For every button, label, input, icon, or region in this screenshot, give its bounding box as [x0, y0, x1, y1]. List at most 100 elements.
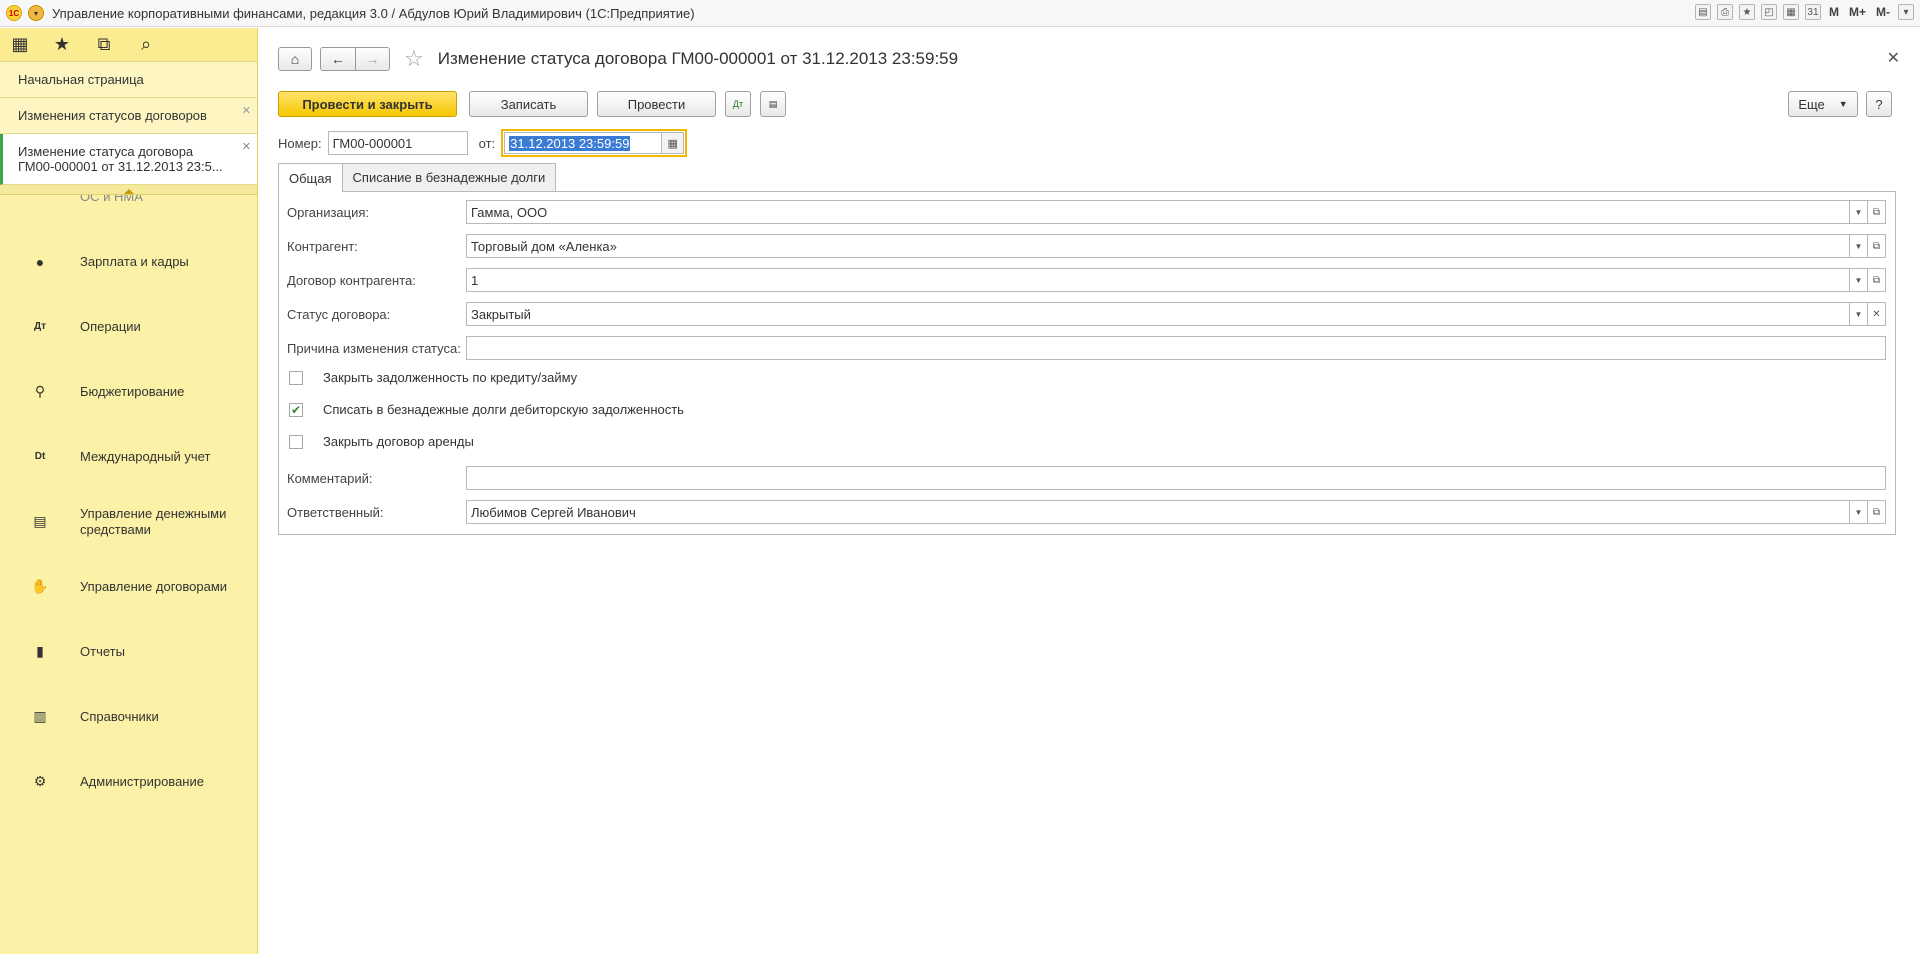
tab-general[interactable]: Общая [278, 163, 343, 192]
forward-button[interactable]: → [355, 48, 389, 70]
help-button[interactable]: ? [1866, 91, 1892, 117]
post-and-close-button[interactable]: Провести и закрыть [278, 91, 457, 117]
open-icon[interactable]: ⧉ [1867, 269, 1885, 291]
write-off-checkbox[interactable]: ✔ [289, 402, 303, 417]
responsible-label: Ответственный: [287, 504, 384, 520]
main-menu-icon[interactable]: ▾ [28, 5, 44, 21]
open-icon[interactable]: ⧉ [1867, 235, 1885, 257]
chevron-down-icon[interactable]: ▼ [1849, 303, 1867, 325]
open-item-status-list[interactable]: Изменения статусов договоров ✕ [0, 98, 257, 134]
titlebar-tools: ▤ ⎙ ★ ◰ ▦ 31 M M+ M- ▾ [1694, 4, 1914, 20]
favorites-icon[interactable]: ★ [1738, 4, 1755, 20]
back-button[interactable]: ← [321, 48, 355, 70]
history-icon[interactable]: ◰ [1760, 4, 1777, 20]
status-field[interactable]: Закрытый ▼ ✕ [466, 302, 1886, 326]
reason-input[interactable] [466, 336, 1886, 360]
tab-bad-debts[interactable]: Списание в безнадежные долги [342, 163, 557, 191]
history-icon[interactable]: ⧉ [94, 34, 114, 55]
app-logo-icon[interactable]: 1С [6, 5, 22, 21]
command-bar: Провести и закрыть Записать Провести Дт … [278, 91, 1900, 117]
contractor-field[interactable]: Торговый дом «Аленка» ▼ ⧉ [466, 234, 1886, 258]
tab-general-panel: Организация: Гамма, ООО ▼ ⧉ Контрагент: … [278, 191, 1896, 535]
close-lease-checkbox[interactable] [289, 434, 303, 449]
sidebar-toolbar: ▦ ★ ⧉ ⌕ [0, 28, 257, 62]
comment-row: Комментарий: [287, 466, 1886, 490]
status-row: Статус договора: Закрытый ▼ ✕ [287, 302, 1886, 326]
open-list-collapse-handle[interactable] [0, 185, 257, 195]
close-form-icon[interactable]: ✕ [1887, 48, 1900, 68]
calculator-icon[interactable]: ▦ [1782, 4, 1799, 20]
save-button[interactable]: Записать [469, 91, 588, 117]
chevron-down-icon[interactable]: ▼ [1849, 201, 1867, 223]
money-icon: ▤ [33, 513, 47, 529]
person-icon: ● [35, 253, 45, 270]
organization-label: Организация: [287, 204, 370, 220]
sidebar-item-admin[interactable]: ⚙ Администрирование [0, 749, 257, 814]
organization-field[interactable]: Гамма, ООО ▼ ⧉ [466, 200, 1886, 224]
memory-plus-button[interactable]: M+ [1847, 5, 1868, 19]
sidebar-item-reports[interactable]: ▮ Отчеты [0, 619, 257, 684]
search-icon[interactable]: ⌕ [136, 34, 156, 55]
star-icon[interactable]: ★ [52, 34, 72, 55]
dt-kt-icon: Дт [33, 321, 47, 332]
close-lease-label[interactable]: Закрыть договор аренды [323, 434, 474, 449]
open-icon[interactable]: ⧉ [1867, 201, 1885, 223]
sidebar-item-salary[interactable]: ● Зарплата и кадры [0, 229, 257, 294]
more-menu-button[interactable]: Еще ▼ [1788, 91, 1858, 117]
organization-value: Гамма, ООО [471, 204, 548, 220]
window-menu-icon[interactable]: ▾ [1898, 4, 1914, 20]
open-icon[interactable]: ⧉ [1867, 501, 1885, 523]
report-button[interactable]: ▤ [760, 91, 786, 117]
close-icon[interactable]: ✕ [242, 140, 251, 153]
close-loan-checkbox[interactable] [289, 370, 303, 385]
sidebar-item-label: Управление денежными средствами [80, 505, 227, 537]
favorite-star-icon[interactable]: ☆ [404, 46, 424, 72]
chevron-down-icon: ▼ [1838, 99, 1848, 109]
apps-grid-icon[interactable]: ▦ [10, 34, 30, 55]
chevron-down-icon[interactable]: ▼ [1849, 235, 1867, 257]
number-field[interactable]: ГМ00-000001 [327, 131, 468, 155]
write-off-label[interactable]: Списать в безнадежные долги дебиторскую … [323, 402, 684, 417]
sidebar-item-contracts[interactable]: ✋ Управление договорами [0, 554, 257, 619]
dt-kt-movements-button[interactable]: Дт [725, 91, 751, 117]
print-icon[interactable]: ⎙ [1716, 4, 1733, 20]
open-windows-list: Начальная страница Изменения статусов до… [0, 62, 257, 185]
sidebar-item-money[interactable]: ▤ Управление денежными средствами [0, 489, 257, 554]
contract-field[interactable]: 1 ▼ ⧉ [466, 268, 1886, 292]
arrow-right-icon: → [365, 51, 380, 67]
open-item-current-document[interactable]: Изменение статуса договора ГМ00-000001 о… [0, 134, 257, 185]
memory-minus-button[interactable]: M- [1874, 5, 1892, 19]
sidebar-item-operations[interactable]: Дт Операции [0, 294, 257, 359]
chevron-down-icon[interactable]: ▼ [1849, 501, 1867, 523]
reason-row: Причина изменения статуса: [287, 336, 1886, 360]
close-icon[interactable]: ✕ [242, 104, 251, 117]
date-value: 31.12.2013 23:59:59 [509, 135, 631, 151]
comment-input[interactable] [466, 466, 1886, 490]
history-nav: ← → [320, 47, 390, 71]
post-button[interactable]: Провести [597, 91, 716, 117]
chevron-down-icon[interactable]: ▼ [1849, 269, 1867, 291]
date-field[interactable]: 31.12.2013 23:59:59 [504, 132, 663, 154]
gear-icon: ⚙ [33, 773, 47, 789]
number-date-row: Номер: ГМ00-000001 от: 31.12.2013 23:59:… [278, 129, 688, 157]
home-button[interactable]: ⌂ [278, 47, 312, 71]
contractor-value: Торговый дом «Аленка» [471, 238, 617, 254]
books-icon: ▥ [33, 708, 47, 724]
sidebar-item-international[interactable]: Dt Международный учет [0, 424, 257, 489]
open-item-home[interactable]: Начальная страница [0, 62, 257, 98]
responsible-field[interactable]: Любимов Сергей Иванович ▼ ⧉ [466, 500, 1886, 524]
sidebar-item-budgeting[interactable]: ⚲ Бюджетирование [0, 359, 257, 424]
clear-icon[interactable]: ✕ [1867, 303, 1885, 325]
memory-button[interactable]: M [1827, 5, 1841, 19]
sidebar-item-cut[interactable]: ОС и НМА [0, 195, 257, 207]
responsible-value: Любимов Сергей Иванович [471, 504, 636, 520]
calendar-icon[interactable]: 31 [1804, 4, 1821, 20]
checkbox-row-2: ✔ Списать в безнадежные долги дебиторску… [287, 402, 684, 417]
calendar-icon[interactable]: ▦ [662, 132, 685, 154]
close-loan-label[interactable]: Закрыть задолженность по кредиту/займу [323, 370, 577, 385]
arrow-left-icon: ← [331, 51, 345, 67]
sidebar: ▦ ★ ⧉ ⌕ Начальная страница Изменения ста… [0, 28, 258, 954]
sidebar-item-catalogs[interactable]: ▥ Справочники [0, 684, 257, 749]
contract-row: Договор контрагента: 1 ▼ ⧉ [287, 268, 1886, 292]
save-icon[interactable]: ▤ [1694, 4, 1711, 20]
